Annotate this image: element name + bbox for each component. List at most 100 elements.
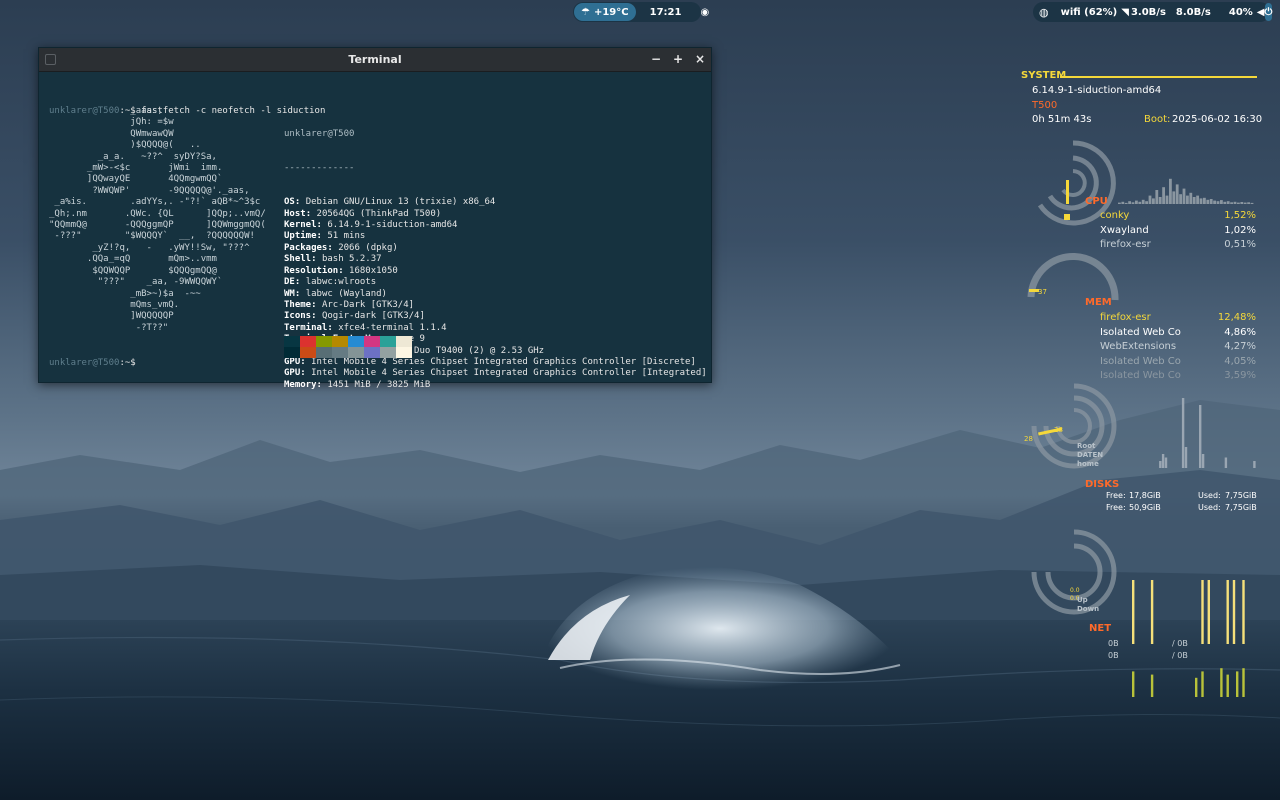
weather-widget[interactable]: ☂ +19°C — [574, 3, 636, 21]
graph-bar — [1150, 674, 1154, 697]
close-button[interactable]: × — [695, 52, 705, 66]
info-value: Debian GNU/Linux 13 (trixie) x86_64 — [305, 197, 496, 208]
temperature: +19°C — [593, 6, 629, 18]
graph-bar — [1216, 201, 1220, 204]
process-name: Xwayland — [1100, 224, 1149, 236]
disk-free-label: Free: — [1106, 491, 1126, 500]
graph-bar — [1132, 580, 1135, 644]
maximize-button[interactable]: + — [673, 52, 683, 66]
info-row: OS: Debian GNU/Linux 13 (trixie) x86_64 — [284, 197, 707, 208]
info-key: DE — [284, 277, 295, 288]
mem-ring-value: 37 — [1038, 288, 1047, 296]
graph-bar — [1124, 202, 1128, 204]
net-value: / 0B — [1172, 639, 1188, 648]
graph-bar — [1242, 668, 1245, 697]
net-ring-label: Up — [1077, 596, 1088, 604]
speaker-icon[interactable]: ◀ — [1257, 7, 1265, 18]
info-row: Resolution: 1680x1050 — [284, 266, 707, 277]
info-colon: : — [294, 197, 306, 208]
hostname: T500 — [1032, 100, 1058, 111]
system-divider — [1060, 76, 1257, 78]
command-line[interactable]: unklarer@T500:~$ — [49, 358, 141, 369]
graph-bar — [1189, 192, 1193, 204]
info-row: DE: labwc:wlroots — [284, 277, 707, 288]
graph-bar — [1165, 195, 1169, 204]
volume-level[interactable]: 40% — [1229, 7, 1253, 18]
color-swatch — [332, 336, 348, 347]
power-icon: ⏻ — [1264, 6, 1273, 18]
net-down-graph — [1132, 668, 1245, 697]
process-row: WebExtensions 4,27% — [1100, 341, 1256, 352]
terminal-titlebar[interactable]: Terminal − + × — [39, 48, 711, 72]
graph-bar — [1179, 194, 1182, 204]
minimize-button[interactable]: − — [651, 52, 661, 66]
info-user: unklarer@T500 — [284, 128, 355, 139]
graph-bar — [1158, 197, 1162, 204]
cpu-graph — [1118, 178, 1254, 204]
graph-bar — [1182, 188, 1186, 204]
upload-rate: 8.0B/s — [1175, 6, 1211, 18]
graph-bar — [1240, 202, 1244, 204]
disk-ring-label: home — [1077, 460, 1099, 468]
graph-bar — [1199, 405, 1202, 468]
graph-bar — [1199, 198, 1203, 204]
graph-bar — [1203, 197, 1206, 204]
clock[interactable]: 17:21 — [650, 7, 682, 18]
info-colon: : — [327, 242, 339, 253]
process-row: firefox-esr 12,48% — [1100, 312, 1256, 323]
graph-bar — [1236, 671, 1239, 697]
terminal-window[interactable]: Terminal − + × unklarer@T500:~$ fastfetc… — [38, 47, 712, 390]
eye-icon[interactable]: ◉ — [700, 7, 709, 18]
graph-bar — [1213, 200, 1216, 204]
info-row: Uptime: 51 mins — [284, 231, 707, 242]
conky-panel: SYSTEM 6.14.9-1-siduction-amd64 T500 0h … — [1018, 68, 1280, 708]
graph-bar — [1230, 202, 1233, 204]
graph-bar — [1155, 190, 1159, 204]
info-key: Uptime — [284, 231, 317, 242]
color-swatch — [348, 347, 364, 358]
wifi-status[interactable]: wifi (62%) — [1061, 7, 1118, 18]
info-colon: : — [316, 231, 328, 242]
graph-bar — [1145, 201, 1148, 204]
info-colon: : — [316, 220, 328, 231]
info-key: Terminal — [284, 322, 328, 333]
process-row: Xwayland 1,02% — [1100, 225, 1256, 236]
color-swatch — [284, 347, 300, 358]
wifi-icon: ◥ — [1121, 6, 1129, 18]
graph-bar — [1169, 178, 1172, 204]
disks-ring — [1031, 383, 1117, 469]
process-name: Isolated Web Co — [1100, 355, 1181, 367]
globe-icon[interactable]: ◍ — [1039, 6, 1049, 19]
process-name: WebExtensions — [1100, 341, 1177, 352]
terminal-content[interactable]: unklarer@T500:~$ fastfetch -c neofetch -… — [49, 83, 709, 390]
color-swatch — [380, 347, 396, 358]
info-value: Intel Mobile 4 Series Chipset Integrated… — [311, 368, 707, 379]
disk-ring-label: DATEN — [1077, 451, 1104, 459]
download-rate: 3.0B/s — [1130, 6, 1166, 18]
disk-used-label: Used: — [1198, 491, 1221, 500]
info-row: GPU: Intel Mobile 4 Series Chipset Integ… — [284, 368, 707, 379]
color-swatch — [364, 347, 380, 358]
color-swatch — [316, 336, 332, 347]
color-swatch — [396, 336, 412, 347]
info-colon: : — [294, 288, 306, 299]
info-value: bash 5.2.37 — [321, 254, 382, 265]
info-key: Memory — [284, 379, 317, 390]
disk-used: 7,75GiB — [1225, 491, 1257, 500]
power-button[interactable]: ⏻ — [1264, 3, 1273, 21]
prompt-user: unklarer@T500 — [49, 358, 120, 368]
net-label: NET — [1089, 623, 1112, 634]
graph-bar — [1175, 184, 1179, 204]
graph-bar — [1224, 457, 1228, 468]
process-value: 4,27% — [1224, 341, 1256, 352]
graph-bar — [1135, 200, 1138, 204]
graph-bar — [1233, 201, 1237, 204]
disk-ring-value: 28 — [1054, 426, 1063, 434]
disk-ring-label: Root — [1077, 442, 1096, 450]
net-ring — [1031, 529, 1117, 615]
graph-bar — [1201, 671, 1204, 697]
cloud-rain-icon: ☂ — [581, 6, 590, 18]
graph-bar — [1152, 198, 1155, 204]
process-row: conky 1,52% — [1100, 210, 1256, 221]
disk-free: 50,9GiB — [1129, 503, 1161, 512]
